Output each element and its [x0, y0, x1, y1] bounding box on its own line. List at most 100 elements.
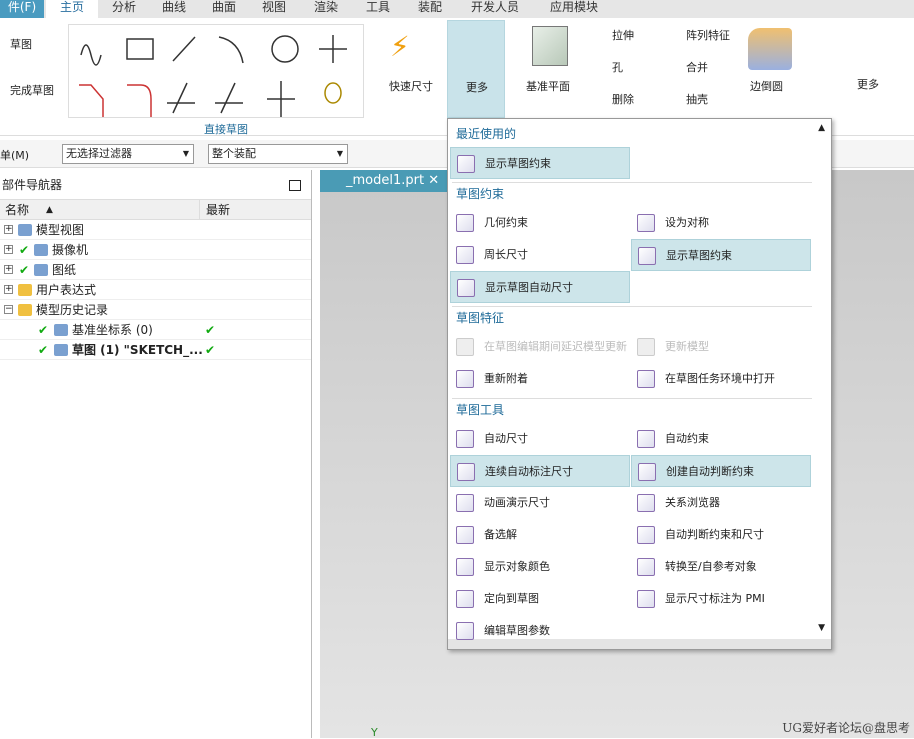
- expand-toggle[interactable]: +: [4, 245, 13, 254]
- menu-item[interactable]: 编辑草图参数: [450, 615, 630, 647]
- scroll-down-icon[interactable]: ▼: [818, 623, 825, 633]
- menu-item-icon: [456, 338, 474, 356]
- selection-filter-dropdown[interactable]: 无选择过滤器: [62, 144, 194, 164]
- menu-item[interactable]: 显示草图约束: [631, 239, 811, 271]
- more-button[interactable]: 更多: [447, 20, 505, 118]
- line-icon: [172, 36, 196, 62]
- check-icon[interactable]: ✔: [38, 340, 48, 360]
- menu-item[interactable]: 显示草图约束: [450, 147, 630, 179]
- tree-row[interactable]: − 模型历史记录: [0, 300, 311, 320]
- edge-blend-button[interactable]: 边倒圆: [750, 78, 783, 94]
- sort-asc-icon: ▲: [46, 205, 53, 215]
- row-label: 模型历史记录: [36, 303, 109, 317]
- menu-item[interactable]: 几何约束: [450, 207, 630, 239]
- menu-item-icon: [457, 463, 475, 481]
- delete-button[interactable]: 删除: [612, 91, 634, 107]
- menu-item[interactable]: 重新附着: [450, 363, 630, 395]
- trim-icon: [167, 82, 195, 114]
- tree-row[interactable]: + 用户表达式: [0, 280, 311, 300]
- quick-dimension-icon: ⚡: [390, 30, 410, 63]
- hole-button[interactable]: 孔: [612, 59, 623, 75]
- model-tab[interactable]: _model1.prt ✕: [320, 170, 450, 192]
- menu-item[interactable]: 自动判断约束和尺寸: [631, 519, 811, 551]
- navigator-title: 部件导航器: [0, 170, 311, 200]
- quick-dimension-button[interactable]: 快速尺寸: [389, 78, 433, 94]
- menu-item[interactable]: 转换至/自参考对象: [631, 551, 811, 583]
- menu-item[interactable]: 定向到草图: [450, 583, 630, 615]
- menu-item-icon: [456, 622, 474, 640]
- sketch-curve-gallery: [68, 24, 364, 118]
- menu-item[interactable]: 动画演示尺寸: [450, 487, 630, 519]
- extrude-button[interactable]: 拉伸: [612, 27, 634, 43]
- tree-row[interactable]: + ✔ 摄像机: [0, 240, 311, 260]
- tab-9[interactable]: 开发人员: [458, 0, 532, 18]
- menu-item[interactable]: 显示对象颜色: [450, 551, 630, 583]
- menu-button[interactable]: 单(M): [0, 147, 29, 163]
- expand-toggle[interactable]: +: [4, 265, 13, 274]
- menu-separator: [452, 182, 812, 183]
- chamfer-icon: [127, 84, 152, 117]
- menu-item-icon: [456, 558, 474, 576]
- tab-2[interactable]: 分析: [100, 0, 148, 18]
- datum-plane-button[interactable]: 基准平面: [526, 78, 570, 94]
- tab-10[interactable]: 应用模块: [534, 0, 614, 18]
- sketch-button[interactable]: 草图: [10, 36, 32, 52]
- menu-item[interactable]: 创建自动判断约束: [631, 455, 811, 487]
- pattern-feature-button[interactable]: 阵列特征: [686, 27, 730, 43]
- menu-item-icon: [638, 463, 656, 481]
- column-name[interactable]: 名称: [5, 200, 29, 220]
- tree-row[interactable]: + ✔ 图纸: [0, 260, 311, 280]
- tab-5[interactable]: 视图: [250, 0, 298, 18]
- expand-toggle[interactable]: +: [4, 225, 13, 234]
- tree-row[interactable]: ✔ 基准坐标系 (0) ✔: [0, 320, 311, 340]
- column-latest[interactable]: 最新: [199, 200, 230, 220]
- shell-button[interactable]: 抽壳: [686, 91, 708, 107]
- arc-icon: [218, 36, 244, 64]
- menu-item-icon: [456, 526, 474, 544]
- finish-sketch-button[interactable]: 完成草图: [10, 82, 54, 98]
- menu-item-icon: [637, 430, 655, 448]
- close-icon[interactable]: ✕: [428, 173, 439, 188]
- expand-toggle[interactable]: −: [4, 305, 13, 314]
- menu-item[interactable]: 自动约束: [631, 423, 811, 455]
- unite-button[interactable]: 合并: [686, 59, 708, 75]
- tab-4[interactable]: 曲面: [200, 0, 248, 18]
- tab-0[interactable]: 件(F): [0, 0, 44, 18]
- menu-item[interactable]: 在草图任务环境中打开: [631, 363, 811, 395]
- expand-toggle[interactable]: +: [4, 285, 13, 294]
- menu-item[interactable]: 自动尺寸: [450, 423, 630, 455]
- tab-7[interactable]: 工具: [354, 0, 402, 18]
- tab-6[interactable]: 渲染: [300, 0, 352, 18]
- menu-item-icon: [637, 526, 655, 544]
- menu-item-icon: [456, 246, 474, 264]
- node-icon: [54, 344, 68, 356]
- menu-item-icon: [456, 370, 474, 388]
- latest-status: ✔: [205, 323, 216, 337]
- tree-row[interactable]: + 模型视图: [0, 220, 311, 240]
- tab-3[interactable]: 曲线: [150, 0, 198, 18]
- tab-8[interactable]: 装配: [404, 0, 456, 18]
- row-label: 草图 (1) "SKETCH_...: [72, 343, 203, 357]
- menu-item-icon: [637, 338, 655, 356]
- selection-scope-dropdown[interactable]: 整个装配: [208, 144, 348, 164]
- scroll-up-icon[interactable]: ▲: [818, 123, 825, 133]
- menu-item[interactable]: 备选解: [450, 519, 630, 551]
- offset-curve-icon: [324, 82, 342, 104]
- menu-item[interactable]: 关系浏览器: [631, 487, 811, 519]
- menu-item-icon: [637, 370, 655, 388]
- y-axis-label: Y: [371, 726, 378, 739]
- menu-item[interactable]: 连续自动标注尺寸: [450, 455, 630, 487]
- studio-spline-icon: [80, 44, 102, 66]
- menu-item[interactable]: 显示草图自动尺寸: [450, 271, 630, 303]
- tab-1[interactable]: 主页: [46, 0, 98, 18]
- sketch-tools-icons[interactable]: [69, 25, 365, 119]
- tree-row[interactable]: ✔ 草图 (1) "SKETCH_... ✔: [0, 340, 311, 360]
- menu-item[interactable]: 设为对称: [631, 207, 811, 239]
- more-features-button[interactable]: 更多: [857, 76, 879, 92]
- menu-item[interactable]: 周长尺寸: [450, 239, 630, 271]
- datum-plane-icon: [532, 26, 568, 66]
- menu-item[interactable]: 显示尺寸标注为 PMI: [631, 583, 811, 615]
- check-icon[interactable]: ✔: [38, 320, 48, 340]
- column-headers: 名称 ▲ 最新: [0, 200, 311, 220]
- maximize-icon[interactable]: [289, 180, 301, 191]
